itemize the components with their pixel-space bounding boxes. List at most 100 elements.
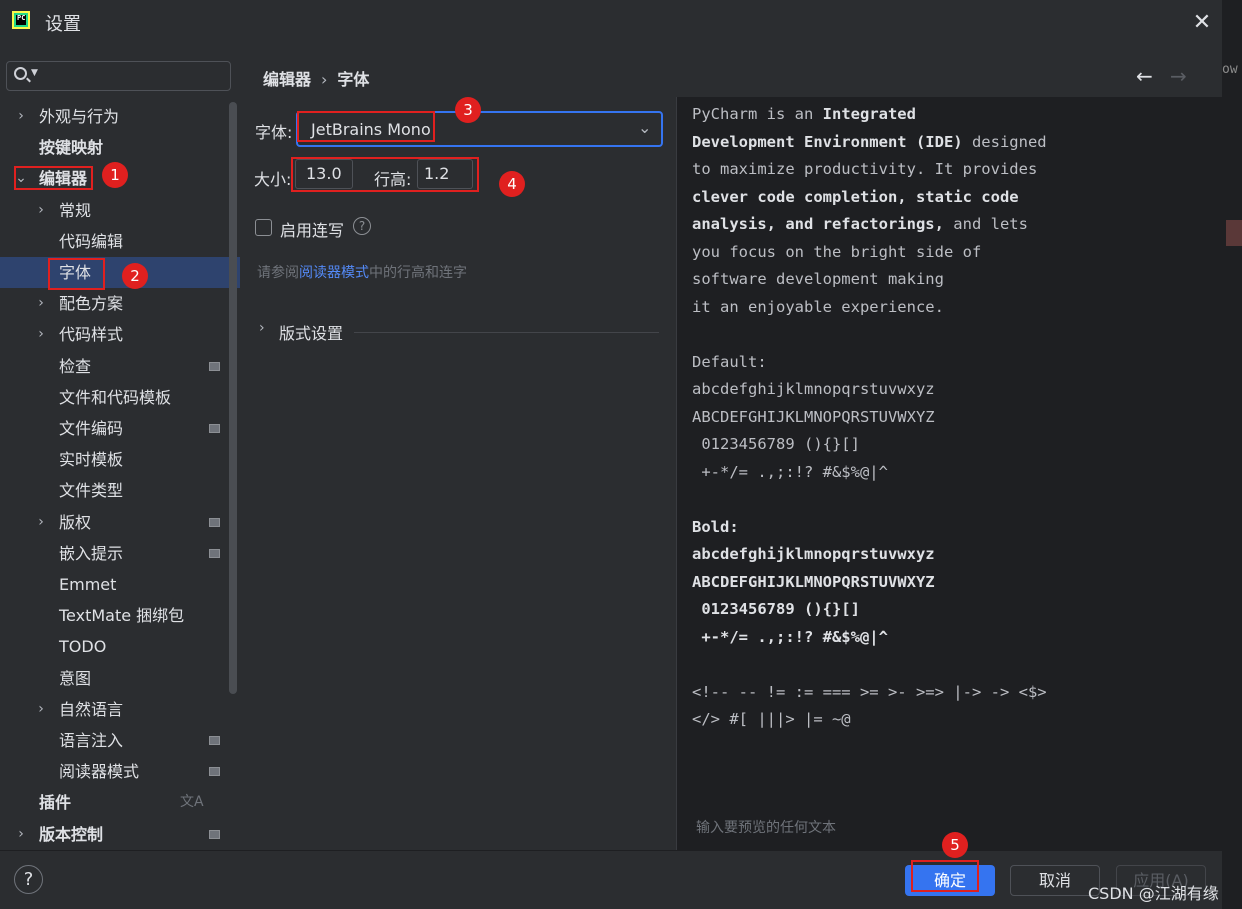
sidebar-item-label: 常规: [59, 200, 92, 220]
sidebar-item-label: 按键映射: [39, 138, 104, 158]
sidebar-item-Emmet[interactable]: Emmet: [0, 569, 240, 600]
breadcrumb-item[interactable]: 编辑器: [263, 70, 311, 89]
sidebar-item-TODO[interactable]: TODO: [0, 631, 240, 662]
chevron-right-icon[interactable]: ›: [34, 195, 48, 226]
close-icon[interactable]: ✕: [1188, 9, 1216, 37]
sidebar-item-label: TODO: [59, 637, 107, 657]
sidebar-item-插件[interactable]: 插件 文A: [0, 787, 240, 818]
annotation-badge: 5: [942, 832, 968, 858]
layout-settings-section[interactable]: › 版式设置: [259, 320, 661, 343]
sidebar-item-按键映射[interactable]: 按键映射: [0, 132, 240, 163]
edge-text: ow: [1222, 62, 1238, 77]
preview-segment: and lets: [943, 215, 1028, 233]
sidebar-item-代码样式[interactable]: › 代码样式: [0, 319, 240, 350]
preview-segment: abcdefghijklmnopqrstuvwxyz: [692, 545, 935, 563]
preview-segment: clever code completion, static code: [692, 187, 1019, 206]
sidebar-item-label: 实时模板: [59, 450, 124, 470]
sidebar-scrollbar[interactable]: [229, 102, 237, 694]
sidebar-item-常规[interactable]: › 常规: [0, 195, 240, 226]
sidebar-item-配色方案[interactable]: › 配色方案: [0, 288, 240, 319]
preview-segment: PyCharm is an: [692, 105, 823, 123]
preview-segment: +-*/= .,;:!? #&$%@|^: [692, 462, 888, 481]
dialog-button-bar: ? 确定 取消 应用(A): [0, 850, 1222, 909]
ligatures-label[interactable]: 启用连写: [280, 217, 344, 241]
sidebar-item-label: 文件编码: [59, 419, 124, 438]
sidebar-item-label: 版权: [59, 512, 92, 532]
annotation-box: [297, 111, 435, 142]
sidebar-item-意图[interactable]: 意图: [0, 663, 240, 694]
forward-arrow-icon[interactable]: →: [1170, 64, 1187, 88]
sidebar-item-TextMate-捆绑包[interactable]: TextMate 捆绑包: [0, 600, 240, 631]
settings-search[interactable]: ▼: [6, 61, 231, 91]
ligatures-checkbox[interactable]: [255, 219, 272, 236]
preview-segment: analysis, and refactorings,: [692, 215, 944, 233]
sidebar-item-版权[interactable]: › 版权: [0, 507, 240, 538]
annotation-box: [48, 258, 105, 290]
sidebar-item-label: 文件类型: [59, 481, 124, 501]
font-label: 字体:: [255, 123, 293, 142]
preview-segment: designed: [962, 132, 1047, 151]
sidebar-item-代码编辑[interactable]: 代码编辑: [0, 226, 240, 257]
title-bar: PC 设置 ✕: [0, 0, 1242, 44]
sidebar-item-外观与行为[interactable]: › 外观与行为: [0, 101, 240, 132]
preview-segment: +-*/= .,;:!? #&$%@|^: [692, 627, 888, 646]
sidebar-item-自然语言[interactable]: › 自然语言: [0, 694, 240, 725]
sidebar-item-检查[interactable]: 检查: [0, 351, 240, 382]
sidebar-item-label: 插件: [39, 793, 72, 813]
preview-segment: <!-- -- != := === >= >- >=> |-> -> <$>: [692, 682, 1047, 701]
sidebar-item-文件类型[interactable]: 文件类型: [0, 475, 240, 506]
sidebar-item-label: 外观与行为: [39, 107, 120, 126]
translate-icon: 文A: [180, 794, 204, 811]
preview-segment: it an enjoyable experience.: [692, 297, 944, 316]
chevron-right-icon[interactable]: ›: [34, 694, 48, 725]
help-button[interactable]: ?: [14, 865, 43, 894]
sidebar-item-嵌入提示[interactable]: 嵌入提示: [0, 538, 240, 569]
watermark: CSDN @江湖有缘: [1088, 884, 1219, 903]
breadcrumb-item: 字体: [337, 70, 370, 89]
project-scope-icon: [209, 548, 220, 558]
sidebar-item-label: 语言注入: [59, 731, 124, 750]
preview-segment: 0123456789 (){}[]: [692, 435, 860, 453]
preview-segment: software development making: [692, 270, 944, 288]
sidebar-item-label: Emmet: [59, 575, 117, 594]
sidebar-item-文件和代码模板[interactable]: 文件和代码模板: [0, 382, 240, 413]
size-label: 大小:: [254, 170, 292, 189]
sidebar-item-label: 检查: [59, 356, 92, 376]
sidebar-item-label: 文件和代码模板: [59, 387, 172, 407]
project-scope-icon: [209, 517, 220, 527]
sidebar-item-阅读器模式[interactable]: 阅读器模式: [0, 756, 240, 787]
sidebar-item-label: 代码样式: [59, 325, 124, 345]
sidebar-item-label: 意图: [59, 668, 92, 688]
window-title: 设置: [45, 14, 81, 35]
annotation-box: [291, 157, 479, 192]
chevron-right-icon[interactable]: ›: [34, 507, 48, 538]
annotation-badge: 2: [122, 263, 148, 289]
help-icon[interactable]: ?: [353, 217, 371, 235]
sidebar-item-语言注入[interactable]: 语言注入: [0, 725, 240, 756]
project-scope-icon: [209, 424, 220, 433]
chevron-right-icon[interactable]: ›: [34, 319, 48, 350]
breadcrumb: 编辑器 › 字体: [263, 66, 369, 90]
chevron-right-icon[interactable]: ›: [34, 288, 48, 319]
preview-placeholder: 输入要预览的任何文本: [696, 820, 836, 836]
preview-segment: ABCDEFGHIJKLMNOPQRSTUVWXYZ: [692, 572, 935, 591]
back-arrow-icon[interactable]: ←: [1136, 64, 1153, 88]
breadcrumb-separator: ›: [321, 70, 328, 89]
reader-mode-link[interactable]: 阅读器模式: [299, 265, 369, 281]
sidebar-item-label: 配色方案: [59, 294, 124, 314]
chevron-right-icon[interactable]: ›: [14, 101, 28, 132]
preview-segment: </> #[ |||> |= ~@: [692, 710, 851, 728]
search-input[interactable]: [43, 65, 223, 87]
font-preview-pane[interactable]: PyCharm is an Integrated Development Env…: [676, 97, 1222, 850]
sidebar-item-文件编码[interactable]: 文件编码: [0, 413, 240, 444]
sidebar-item-label: 自然语言: [59, 699, 124, 719]
chevron-right-icon: ›: [259, 320, 265, 336]
sidebar-item-实时模板[interactable]: 实时模板: [0, 444, 240, 475]
cancel-button[interactable]: 取消: [1010, 865, 1100, 896]
sidebar-item-版本控制[interactable]: › 版本控制: [0, 819, 240, 850]
section-divider: [354, 332, 659, 333]
chevron-right-icon[interactable]: ›: [14, 819, 28, 850]
preview-text[interactable]: PyCharm is an Integrated Development Env…: [692, 101, 1047, 734]
sidebar-item-字体[interactable]: 字体: [0, 257, 240, 288]
sidebar-item-label: 嵌入提示: [59, 543, 124, 563]
